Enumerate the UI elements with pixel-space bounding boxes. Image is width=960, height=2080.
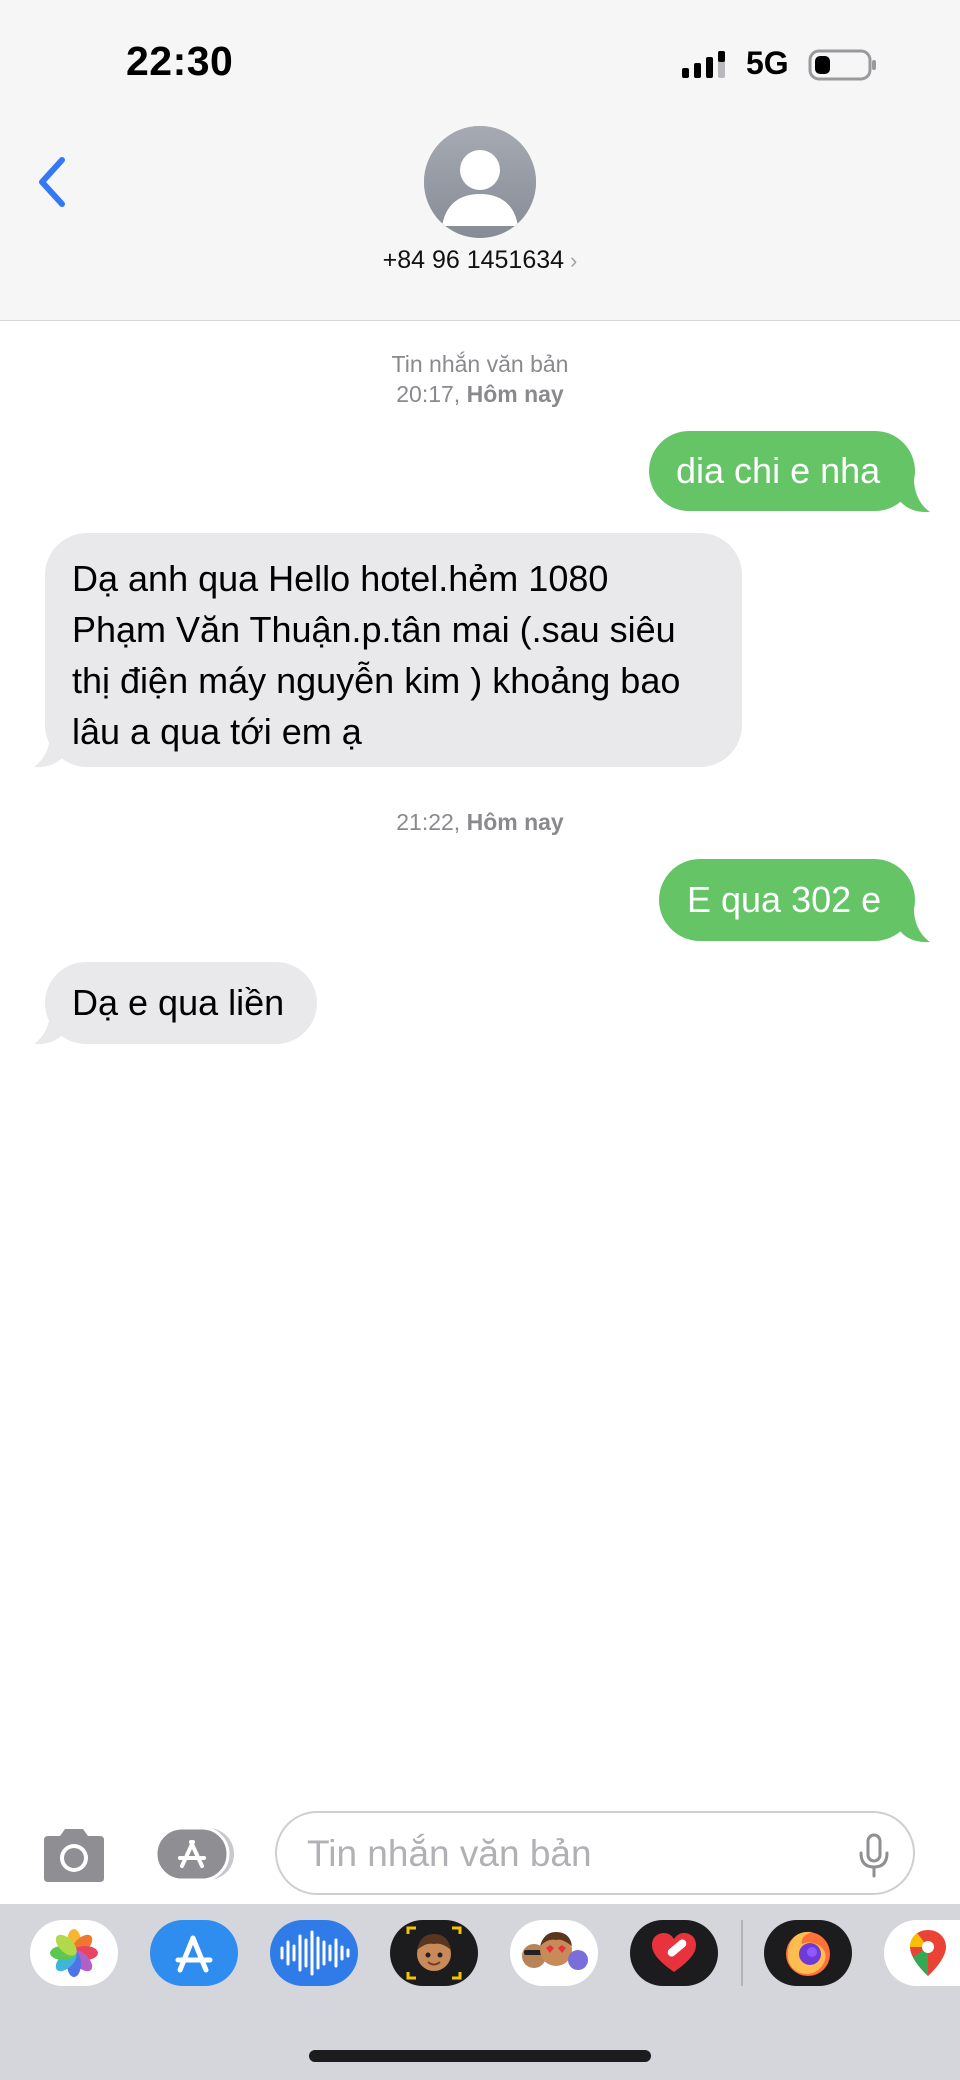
sent-message-bubble[interactable]: E qua 302 e xyxy=(659,859,915,941)
timestamp-day: Hôm nay xyxy=(466,381,564,407)
home-indicator[interactable] xyxy=(309,2050,651,2062)
message-type-label: Tin nhắn văn bản xyxy=(391,351,569,377)
animoji-stickers-app-icon[interactable] xyxy=(510,1920,598,1986)
memoji-app-icon[interactable] xyxy=(390,1920,478,1986)
cellular-signal-icon xyxy=(682,51,725,78)
timestamp-header: Tin nhắn văn bản 20:17, Hôm nay xyxy=(0,349,960,409)
person-icon xyxy=(424,126,536,238)
timestamp-day: Hôm nay xyxy=(466,809,564,835)
camera-icon[interactable] xyxy=(38,1826,110,1884)
drawer-divider xyxy=(741,1920,743,1986)
conversation-header: 22:30 5G +84 96 1451634 › xyxy=(0,0,960,321)
input-placeholder: Tin nhắn văn bản xyxy=(307,1833,592,1874)
bubble-tail xyxy=(900,909,930,943)
microphone-icon[interactable] xyxy=(857,1833,891,1879)
contact-name: +84 96 1451634 xyxy=(382,246,565,274)
message-text-line: Dạ anh qua Hello hotel.hẻm 1080 xyxy=(72,558,609,599)
sent-message-bubble[interactable]: dia chi e nha xyxy=(649,431,915,511)
status-time: 22:30 xyxy=(126,38,234,84)
message-text-line: thị điện máy nguyễn kim ) khoảng bao xyxy=(72,660,681,701)
chevron-left-icon[interactable] xyxy=(28,152,78,212)
digital-touch-app-icon[interactable] xyxy=(630,1920,718,1986)
app-store-app-icon[interactable] xyxy=(150,1920,238,1986)
contact-avatar[interactable] xyxy=(424,126,536,238)
message-input[interactable]: Tin nhắn văn bản xyxy=(275,1811,915,1895)
message-text-line: lâu a qua tới em ạ xyxy=(72,711,362,752)
contact-name-button[interactable]: +84 96 1451634 › xyxy=(0,246,960,275)
timestamp-header: 21:22, Hôm nay xyxy=(0,807,960,837)
photos-app-icon[interactable] xyxy=(30,1920,118,1986)
bubble-tail xyxy=(34,1011,64,1045)
network-type-label: 5G xyxy=(746,45,789,81)
app-store-icon[interactable] xyxy=(154,1826,238,1882)
contact-chevron-icon: › xyxy=(570,248,578,273)
firefox-app-icon[interactable] xyxy=(764,1920,852,1986)
timestamp-time: 21:22, xyxy=(396,809,461,835)
audio-message-app-icon[interactable] xyxy=(270,1920,358,1986)
message-text: Dạ e qua liền xyxy=(72,982,285,1023)
message-text-line: Phạm Văn Thuận.p.tân mai (.sau siêu xyxy=(72,609,676,650)
google-maps-app-icon[interactable] xyxy=(884,1920,960,1986)
timestamp-time: 20:17, xyxy=(396,381,461,407)
message-text: E qua 302 e xyxy=(687,879,882,920)
received-message-bubble[interactable]: Dạ e qua liền xyxy=(45,962,317,1044)
battery-icon xyxy=(808,49,876,81)
app-store-glyph xyxy=(154,1826,234,1882)
message-text: dia chi e nha xyxy=(676,450,881,491)
bubble-tail xyxy=(900,479,930,513)
received-message-bubble[interactable]: Dạ anh qua Hello hotel.hẻm 1080 Phạm Văn… xyxy=(45,533,742,767)
bubble-tail xyxy=(34,734,64,768)
